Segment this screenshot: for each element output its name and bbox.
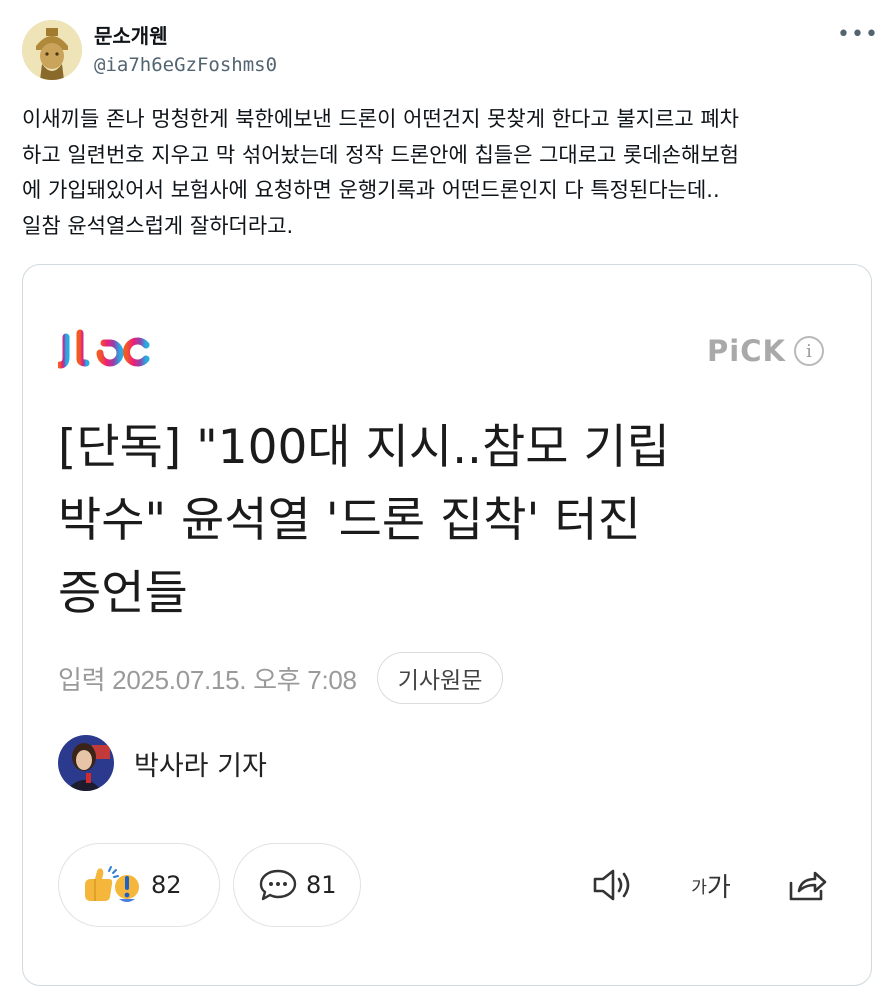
- article-meta: 입력 2025.07.15. 오후 7:08 기사원문: [58, 651, 504, 705]
- thumbs-up-emoji-icon: [85, 866, 139, 902]
- article-date: 입력 2025.07.15. 오후 7:08: [58, 664, 357, 695]
- avatar-image: [22, 20, 82, 80]
- comment-button[interactable]: 81: [233, 843, 361, 927]
- headline-line: 박수" 윤석열 '드론 집착' 터진: [58, 493, 641, 548]
- info-icon[interactable]: i: [793, 336, 824, 366]
- user-handle[interactable]: @ia7h6eGzFoshms0: [94, 54, 277, 76]
- reporter[interactable]: 박사라 기자: [58, 735, 267, 791]
- more-horizontal-icon[interactable]: •••: [837, 16, 878, 52]
- headline-line: 증언들: [58, 566, 188, 621]
- comment-count: 81: [306, 871, 337, 899]
- article-headline[interactable]: [단독] "100대 지시..참모 기립 박수" 윤석열 '드론 집착' 터진 …: [58, 411, 848, 630]
- comment-icon: [259, 869, 297, 901]
- user-avatar[interactable]: [22, 20, 82, 80]
- news-card[interactable]: PiCK i [단독] "100대 지시..참모 기립 박수" 윤석열 '드론 …: [22, 264, 872, 986]
- reporter-name: 박사라 기자: [134, 750, 267, 782]
- original-article-button[interactable]: 기사원문: [376, 652, 504, 704]
- reporter-photo: [58, 735, 114, 791]
- headline-line: [단독] "100대 지시..참모 기립: [58, 420, 670, 475]
- reaction-button[interactable]: 82: [58, 843, 220, 927]
- display-name[interactable]: 문소개웬: [94, 20, 168, 49]
- share-icon[interactable]: [783, 861, 831, 909]
- font-size-icon[interactable]: 가가: [683, 861, 739, 909]
- reaction-count: 82: [151, 871, 182, 899]
- jtbc-logo: [58, 327, 150, 369]
- pick-label: PiCK: [707, 334, 786, 368]
- pick-badge[interactable]: PiCK i: [707, 331, 824, 371]
- speaker-icon[interactable]: [589, 861, 637, 909]
- font-small-label: 가: [691, 877, 707, 898]
- font-large-label: 가: [706, 872, 731, 903]
- tweet-text: 이새끼들 존나 멍청한게 북한에보낸 드론이 어떤건지 못찾게 한다고 불지르고…: [22, 107, 739, 238]
